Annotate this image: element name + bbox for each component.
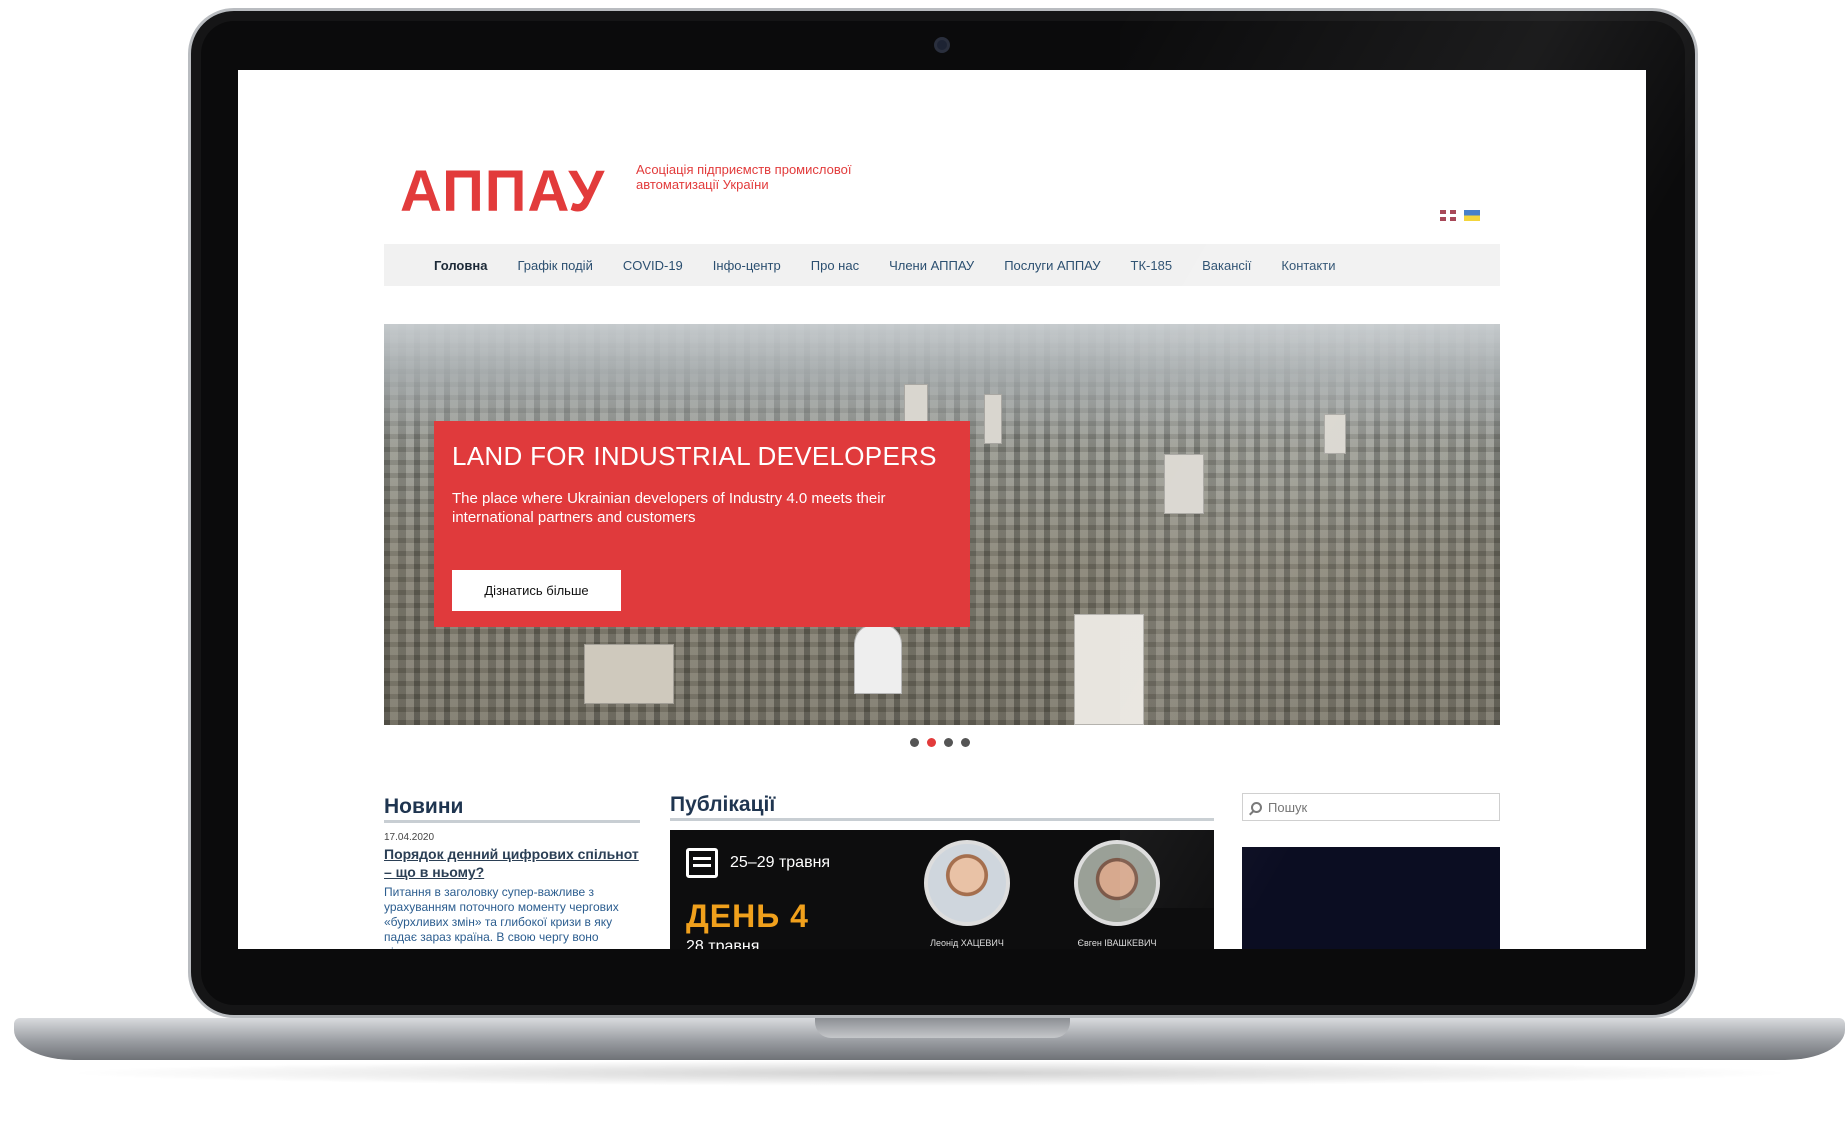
laptop-shadow [60,1060,1800,1086]
browser-screen: АППАУ Асоціація підприємств промислової … [238,70,1646,949]
search-icon [1251,801,1262,813]
hero-building [584,644,674,704]
nav-item-members[interactable]: Члени АППАУ [889,258,974,273]
hero-title: LAND FOR INDUSTRIAL DEVELOPERS [452,441,937,471]
search-input[interactable] [1268,799,1488,815]
sidebar-banner[interactable] [1242,847,1500,949]
hero-building [854,624,902,694]
site-tagline: Асоціація підприємств промислової автома… [636,162,852,192]
hero-text: The place where Ukrainian developers of … [452,490,886,526]
hero-slider[interactable]: LAND FOR INDUSTRIAL DEVELOPERS The place… [384,324,1500,725]
nav-item-home[interactable]: Головна [434,258,487,273]
calendar-icon [686,848,718,878]
hero-building [1324,414,1346,454]
search-box [1242,793,1500,821]
laptop-frame: АППАУ Асоціація підприємств промислової … [0,0,1845,1122]
speaker-avatar [924,840,1010,926]
main-nav: Головна Графік подій COVID-19 Інфо-центр… [384,244,1500,286]
news-title-link[interactable]: Порядок денний цифрових спільнот – що в … [384,845,639,881]
nav-item-tk185[interactable]: ТК-185 [1131,258,1173,273]
news-divider [384,820,640,823]
slider-dot-3[interactable] [944,738,953,747]
publication-card[interactable]: 25–29 травня ДЕНЬ 4 28 травня Леонід ХАЦ… [670,830,1214,949]
publications-heading: Публікації [670,793,776,816]
speaker-avatar [1074,840,1160,926]
nav-item-events[interactable]: Графік подій [517,258,592,273]
news-date: 17.04.2020 [384,832,435,843]
news-heading: Новини [384,795,464,818]
publication-subdate: 28 травня [686,938,760,949]
laptop-notch [815,1018,1070,1038]
speaker-name: Леонід ХАЦЕВИЧ [930,938,1004,948]
site-logo[interactable]: АППАУ [400,158,605,225]
ukrainian-flag-icon[interactable] [1464,210,1480,221]
slider-dot-1[interactable] [910,738,919,747]
nav-item-covid[interactable]: COVID-19 [623,258,683,273]
english-flag-icon[interactable] [1440,210,1456,221]
nav-item-services[interactable]: Послуги АППАУ [1004,258,1100,273]
nav-item-vacancies[interactable]: Вакансії [1202,258,1251,273]
learn-more-button[interactable]: Дізнатись більше [452,570,621,611]
camera-icon [934,37,950,53]
publications-divider [670,818,1214,821]
publication-day: ДЕНЬ 4 [686,898,809,934]
publication-dates: 25–29 травня [730,854,831,871]
hero-building [984,394,1002,444]
slider-dots [910,738,970,747]
language-switcher [1440,210,1480,221]
nav-item-contacts[interactable]: Контакти [1281,258,1335,273]
news-excerpt: Питання в заголовку супер-важливе з урах… [384,885,619,949]
slider-dot-2[interactable] [927,738,936,747]
hero-building [1074,614,1144,725]
slider-dot-4[interactable] [961,738,970,747]
hero-caption: LAND FOR INDUSTRIAL DEVELOPERS The place… [434,421,970,627]
nav-item-info-center[interactable]: Інфо-центр [713,258,781,273]
hero-building [1164,454,1204,514]
nav-item-about[interactable]: Про нас [811,258,859,273]
speaker-name: Євген ІВАШКЕВИЧ [1077,938,1157,948]
